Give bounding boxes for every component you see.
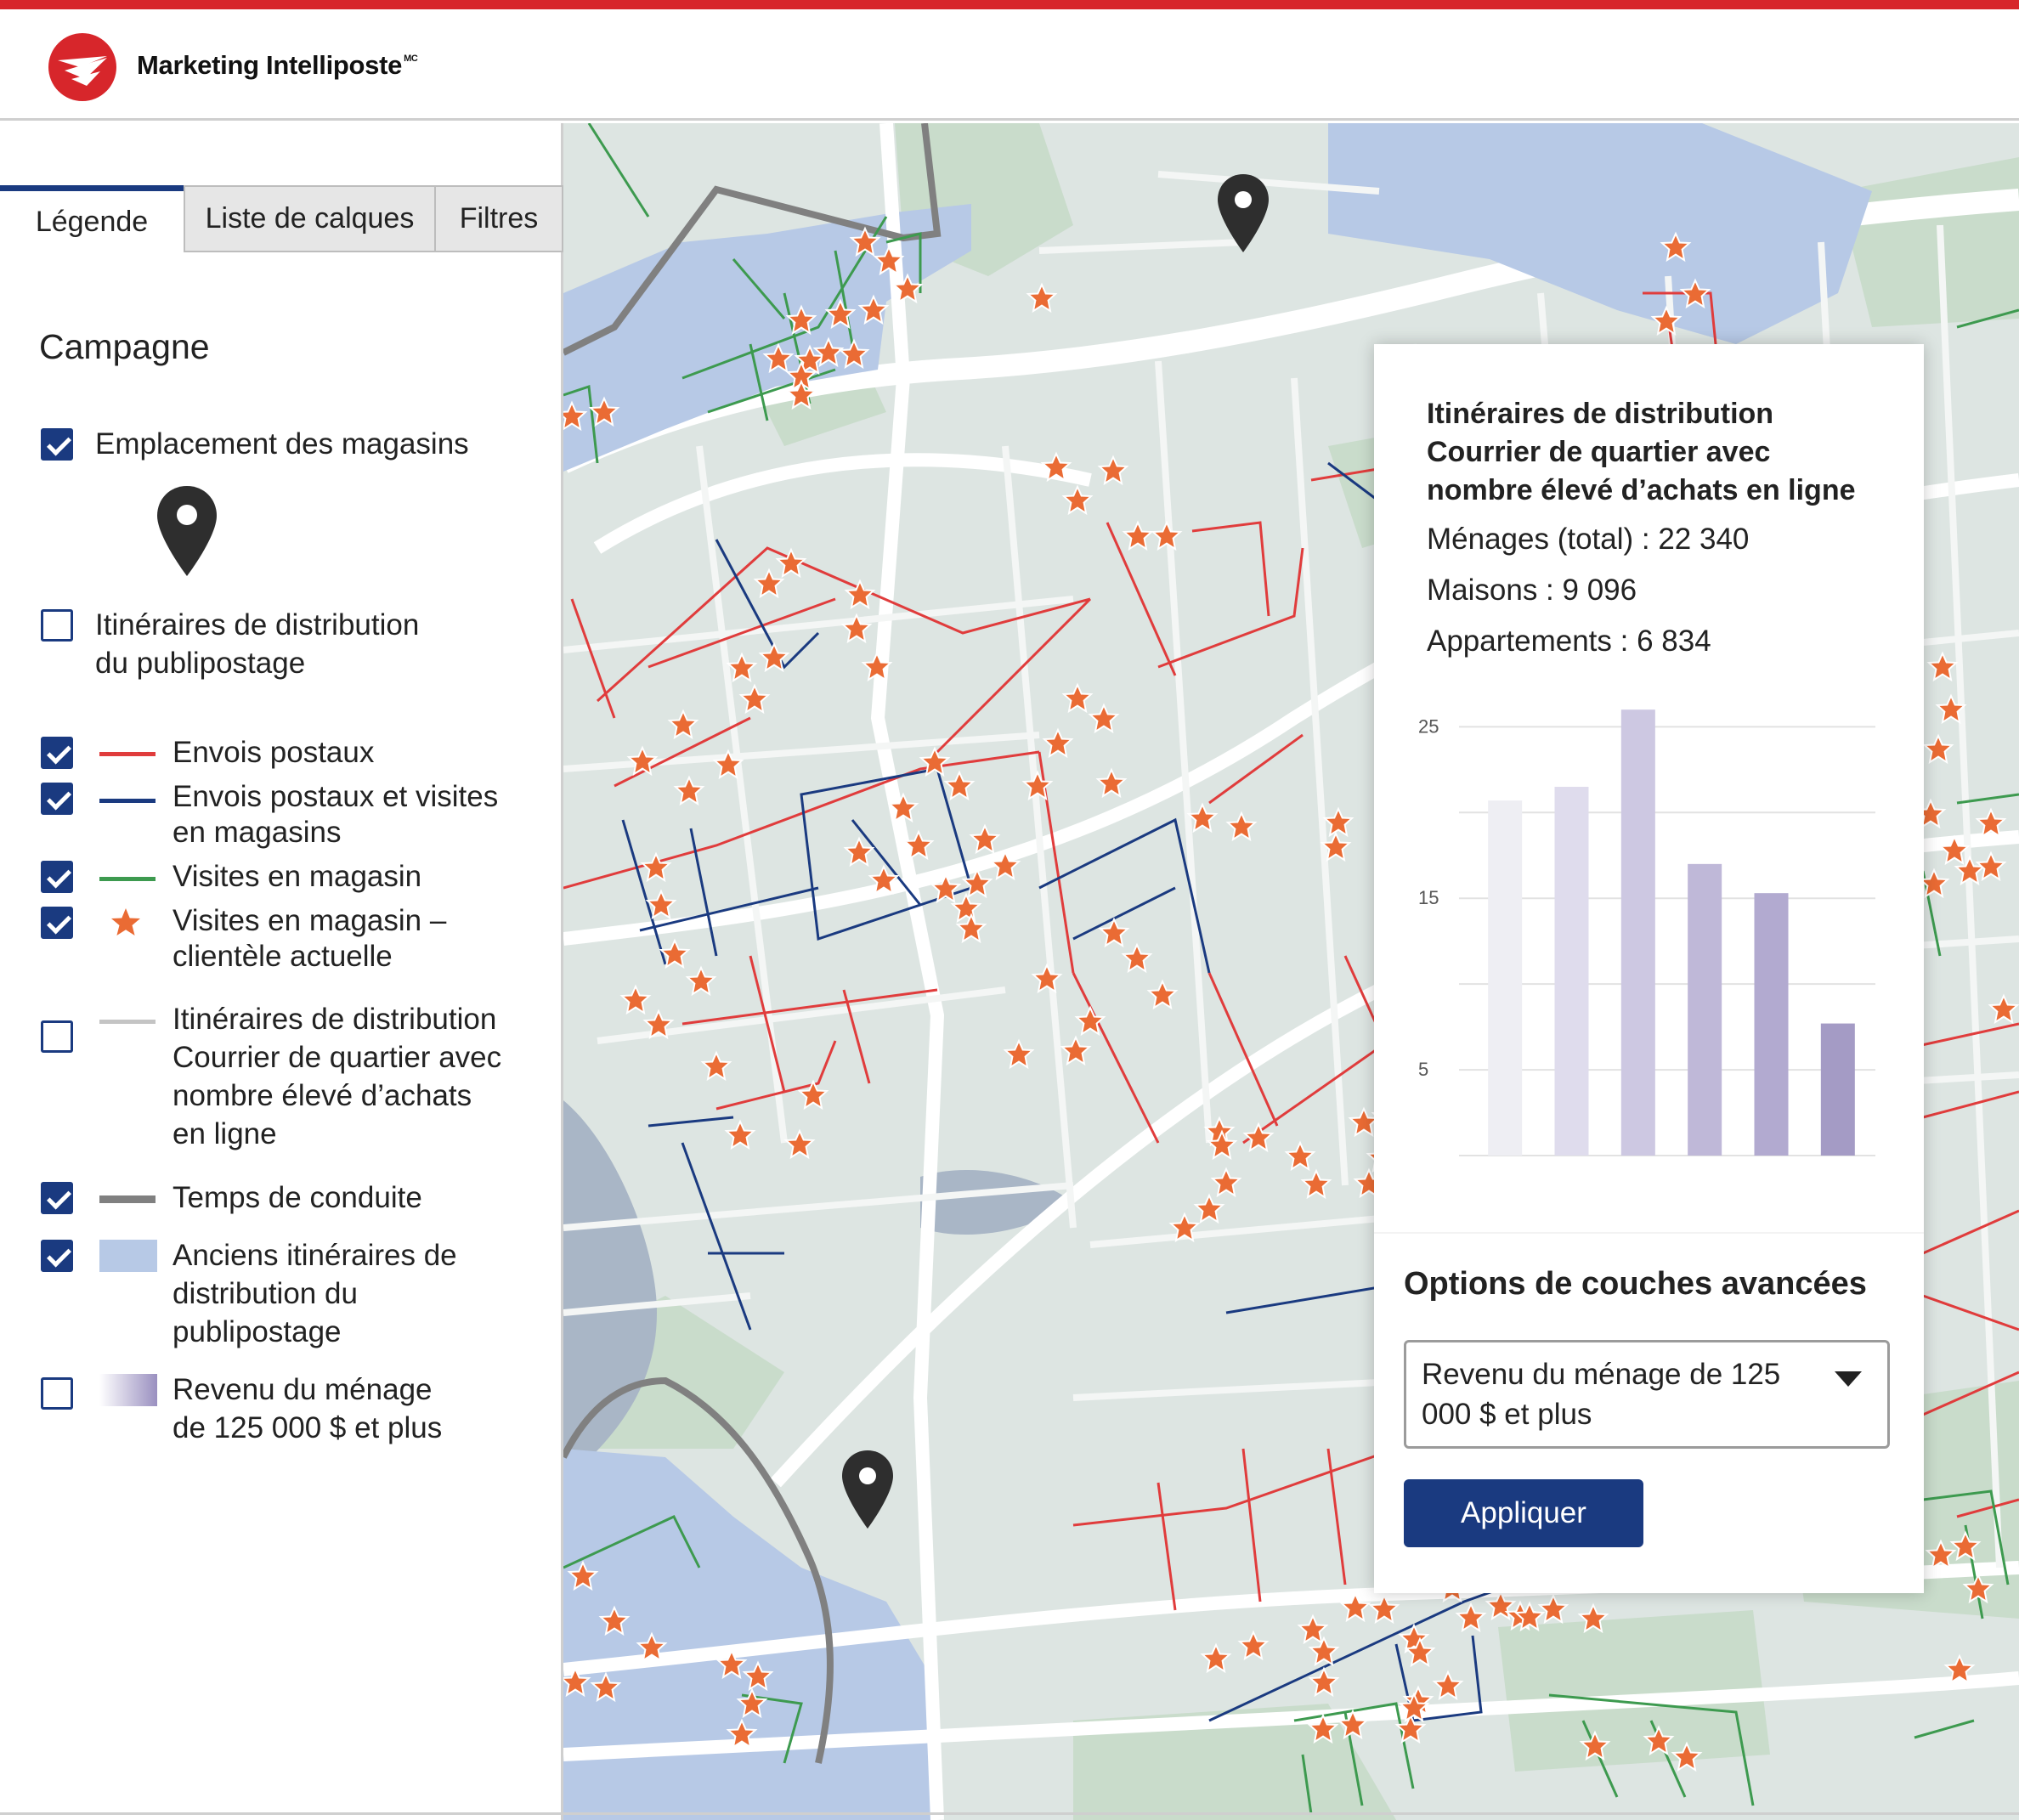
sidebar-tabs: Légende Liste de calques Filtres: [0, 185, 563, 252]
legend-label-store-locations: Emplacement des magasins: [95, 427, 469, 461]
store-visits-line-swatch: [99, 877, 156, 881]
legend-line: clientèle actuelle: [172, 940, 393, 973]
chart-bar: [1488, 800, 1523, 1156]
legend-label-store-visits: Visites en magasin: [172, 860, 422, 893]
legend-line: distribution du: [172, 1277, 358, 1310]
drive-time-line-swatch: [99, 1195, 156, 1203]
canada-post-logo: [48, 33, 116, 101]
checkbox-store-locations[interactable]: [41, 428, 73, 461]
tab-liste-de-calques[interactable]: Liste de calques: [184, 185, 436, 252]
old-routes-area-swatch: [99, 1240, 157, 1272]
checkbox-drive-time[interactable]: [41, 1182, 73, 1214]
legend-label-envois-postaux: Envois postaux: [172, 736, 375, 769]
neighbourhood-mail-line-swatch: [99, 1020, 156, 1024]
map-pin-icon: [157, 486, 217, 576]
checkbox-envois-postaux[interactable]: [41, 737, 73, 769]
chart-bar: [1688, 863, 1722, 1156]
checkbox-neighbourhood-mail-routes[interactable]: [41, 1020, 73, 1053]
checkbox-postal-and-store[interactable]: [41, 783, 73, 815]
checkbox-household-income[interactable]: [41, 1377, 73, 1410]
legend-line: en ligne: [172, 1117, 277, 1150]
legend-label-postal-and-store: Envois postaux et visites en magasins: [172, 779, 498, 851]
checkbox-old-routes[interactable]: [41, 1240, 73, 1272]
legend-label-old-routes: Anciens itinéraires de distribution du p…: [172, 1236, 457, 1351]
app-header: Marketing Intelliposte MC: [0, 9, 2019, 121]
apply-button[interactable]: Appliquer: [1404, 1479, 1643, 1547]
brand-mark: MC: [404, 54, 418, 64]
chevron-down-icon: [1835, 1371, 1862, 1387]
legend-line: Visites en magasin –: [172, 904, 447, 937]
chart-y-tick-label: 15: [1418, 887, 1439, 908]
layer-option-select[interactable]: Revenu du ménage de 125 000 $ et plus: [1404, 1340, 1890, 1449]
legend-label-neighbourhood-mail-routes: Itinéraires de distribution Courrier de …: [172, 1000, 501, 1153]
legend-label-mail-distribution-routes: Itinéraires de distribution du publipost…: [95, 606, 419, 682]
legend-line: Courrier de quartier avec: [172, 1041, 502, 1074]
chart-y-tick-label: 25: [1418, 715, 1439, 737]
star-icon: [111, 908, 140, 935]
select-value: Revenu du ménage de 125 000 $ et plus: [1422, 1358, 1781, 1431]
legend-line: Itinéraires de distribution: [172, 1003, 497, 1036]
checkbox-store-visits[interactable]: [41, 861, 73, 893]
legend-line: Itinéraires de distribution: [95, 608, 420, 642]
top-accent-bar: [0, 0, 2019, 9]
legend-line: de 125 000 $ et plus: [172, 1411, 443, 1444]
chart-y-tick-label: 5: [1418, 1059, 1428, 1080]
legend-sidebar: Légende Liste de calques Filtres Campagn…: [0, 123, 563, 1820]
brand-name: Marketing Intelliposte: [137, 50, 403, 80]
brand-title[interactable]: Marketing Intelliposte MC: [137, 50, 418, 81]
stat-houses: Maisons : 9 096: [1427, 574, 1637, 607]
popup-title-line: Courrier de quartier avec: [1427, 436, 1771, 468]
bottom-border: [0, 1812, 2019, 1815]
popup-title: Itinéraires de distribution Courrier de …: [1427, 395, 1903, 510]
chart-bar: [1820, 1023, 1855, 1156]
household-income-gradient-swatch: [99, 1374, 157, 1406]
route-info-popup: Itinéraires de distribution Courrier de …: [1374, 344, 1924, 1593]
popup-title-line: Itinéraires de distribution: [1427, 398, 1774, 430]
chart-bar: [1620, 709, 1655, 1156]
legend-line: Revenu du ménage: [172, 1373, 433, 1406]
popup-divider: [1374, 1232, 1924, 1234]
legend-line: Envois postaux et visites: [172, 780, 499, 813]
stat-apartments: Appartements : 6 834: [1427, 625, 1711, 658]
legend-line: nombre élevé d’achats: [172, 1079, 472, 1112]
chart-bar: [1754, 893, 1789, 1156]
checkbox-current-customers[interactable]: [41, 907, 73, 939]
section-title-campagne: Campagne: [39, 327, 210, 366]
legend-line: publipostage: [172, 1315, 342, 1348]
popup-title-line: nombre élevé d’achats en ligne: [1427, 474, 1856, 506]
legend-line: Anciens itinéraires de: [172, 1239, 457, 1272]
legend-line: du publipostage: [95, 647, 306, 680]
postal-store-line-swatch: [99, 799, 156, 803]
chart-bar: [1554, 787, 1589, 1156]
legend-label-household-income: Revenu du ménage de 125 000 $ et plus: [172, 1371, 442, 1447]
checkbox-mail-distribution-routes[interactable]: [41, 609, 73, 642]
tab-legende[interactable]: Légende: [0, 185, 184, 252]
legend-label-current-customers: Visites en magasin – clientèle actuelle: [172, 903, 446, 975]
legend-label-drive-time: Temps de conduite: [172, 1181, 422, 1214]
advanced-options-title: Options de couches avancées: [1404, 1266, 1867, 1302]
tab-filtres[interactable]: Filtres: [436, 185, 563, 252]
stat-total-households: Ménages (total) : 22 340: [1427, 523, 1750, 556]
postal-line-swatch: [99, 752, 156, 756]
map-pin-icon[interactable]: [842, 1450, 893, 1529]
legend-line: en magasins: [172, 816, 342, 849]
household-income-bar-chart: 5 15 25: [1418, 709, 1875, 1156]
